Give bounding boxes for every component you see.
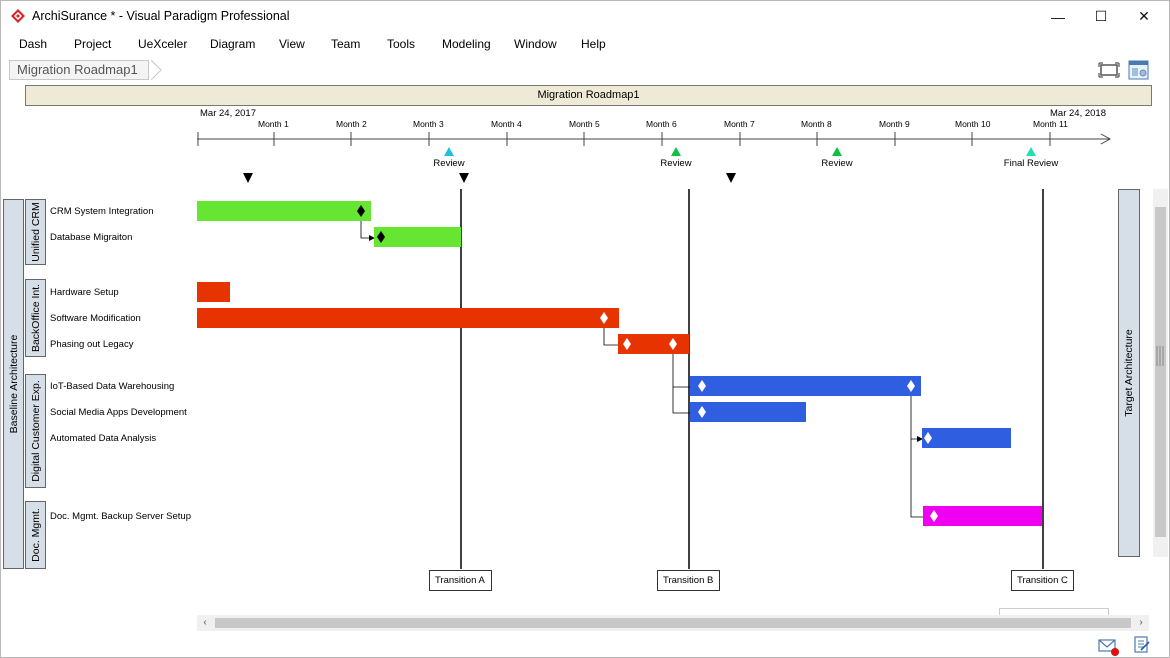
menu-tools[interactable]: Tools [387,37,415,51]
target-architecture-lane[interactable]: Target Architecture [1118,189,1140,557]
fit-page-icon[interactable] [1098,60,1120,80]
app-window: ArchiSurance * - Visual Paradigm Profess… [0,0,1170,658]
diamond-marker-icon [930,510,938,522]
scroll-left-icon[interactable]: ‹ [197,615,213,631]
menu-view[interactable]: View [279,37,305,51]
mail-icon[interactable] [1098,638,1120,656]
menu-uexceler[interactable]: UeXceler [138,37,187,51]
menu-diagram[interactable]: Diagram [210,37,255,51]
diamond-marker-icon [907,380,915,392]
minimize-button[interactable]: — [1035,1,1081,32]
diamond-marker-icon [377,231,385,243]
diamond-marker-icon [669,338,677,350]
horizontal-scrollbar[interactable]: ‹ › [197,615,1149,631]
transition-c-box[interactable]: Transition C [1011,570,1074,591]
close-button[interactable]: ✕ [1121,1,1167,32]
menu-bar: Dash Project UeXceler Diagram View Team … [1,32,1169,56]
breadcrumb-arrow-icon [151,60,162,80]
breadcrumb-bar: Migration Roadmap1 [1,57,1169,83]
vertical-scrollbar[interactable] [1153,189,1168,557]
menu-dash[interactable]: Dash [19,37,47,51]
diamond-marker-icon [698,380,706,392]
window-title: ArchiSurance * - Visual Paradigm Profess… [32,9,290,23]
diamond-marker-icon [357,205,365,217]
maximize-button[interactable]: ☐ [1078,1,1124,32]
app-logo-icon [11,9,25,23]
menu-project[interactable]: Project [74,37,111,51]
transition-b-box[interactable]: Transition B [657,570,720,591]
status-bar [1,633,1169,657]
breadcrumb-diagram[interactable]: Migration Roadmap1 [9,60,149,80]
diamond-marker-icon [924,432,932,444]
diamond-marker-icon [623,338,631,350]
diagram-canvas[interactable]: Migration Roadmap1 Mar 24, 2017 Mar 24, … [1,83,1169,631]
diamond-marker-icon [600,312,608,324]
menu-help[interactable]: Help [581,37,606,51]
notes-icon[interactable] [1133,636,1151,654]
diagram-nav-icon[interactable] [1128,60,1150,80]
task-markers [357,205,938,522]
diamond-marker-icon [698,406,706,418]
vertical-scroll-thumb[interactable] [1155,207,1166,537]
horizontal-scroll-thumb[interactable] [215,618,1131,628]
title-bar: ArchiSurance * - Visual Paradigm Profess… [1,1,1169,32]
menu-team[interactable]: Team [331,37,360,51]
transition-a-box[interactable]: Transition A [429,570,492,591]
menu-window[interactable]: Window [514,37,557,51]
menu-modeling[interactable]: Modeling [442,37,491,51]
scroll-right-icon[interactable]: › [1133,615,1149,631]
target-lane-label: Target Architecture [1123,329,1135,417]
scroll-grip-icon [1156,346,1164,366]
